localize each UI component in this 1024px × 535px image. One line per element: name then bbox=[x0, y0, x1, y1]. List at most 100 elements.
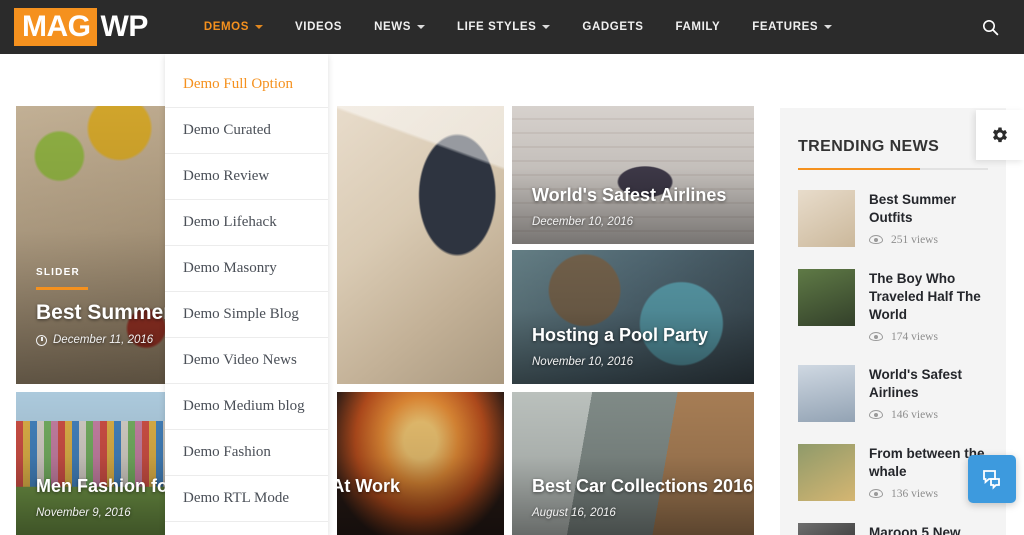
nav-item-videos[interactable]: VIDEOS bbox=[279, 0, 358, 54]
card-date: August 16, 2016 bbox=[532, 507, 738, 519]
dropdown-item-demo-simple-blog[interactable]: Demo Simple Blog bbox=[165, 292, 328, 338]
views-count: 146 views bbox=[891, 408, 938, 421]
list-item-views: 174 views bbox=[869, 331, 988, 343]
demos-dropdown-menu: Demo Full Option Demo Curated Demo Revie… bbox=[165, 54, 328, 535]
nav-item-family[interactable]: FAMILY bbox=[660, 0, 737, 54]
search-button[interactable] bbox=[970, 0, 1010, 54]
card-meta: es At Work 2016 bbox=[337, 476, 488, 519]
featured-card-laptop[interactable] bbox=[337, 106, 504, 384]
featured-card-ladies-at-work[interactable]: es At Work 2016 bbox=[337, 392, 504, 535]
list-item-title: The Boy Who Traveled Half The World bbox=[869, 271, 981, 322]
card-date-text: December 11, 2016 bbox=[53, 334, 154, 346]
clock-icon bbox=[36, 334, 47, 346]
dropdown-item-demo-curated[interactable]: Demo Curated bbox=[165, 108, 328, 154]
card-meta: SLIDER Best Summer December 11, 2016 bbox=[36, 262, 172, 346]
card-meta: Best Car Collections 2016 August 16, 201… bbox=[532, 476, 754, 519]
card-date-text: August 16, 2016 bbox=[532, 507, 616, 519]
chevron-down-icon bbox=[542, 25, 551, 29]
views-count: 174 views bbox=[891, 330, 938, 343]
logo-mag-text: MAG bbox=[14, 8, 97, 46]
nav-item-label: NEWS bbox=[374, 21, 411, 33]
card-title: Best Car Collections 2016 bbox=[532, 476, 754, 497]
nav-item-news[interactable]: NEWS bbox=[358, 0, 441, 54]
list-item-thumbnail bbox=[798, 364, 855, 422]
gear-icon bbox=[993, 127, 1007, 143]
list-item-thumbnail bbox=[798, 190, 855, 247]
card-title: Best Summer bbox=[36, 300, 172, 324]
dropdown-item-demo-fashion[interactable]: Demo Fashion bbox=[165, 430, 328, 476]
nav-item-label: VIDEOS bbox=[295, 21, 343, 33]
eye-icon bbox=[869, 410, 883, 420]
card-date: November 10, 2016 bbox=[532, 356, 738, 368]
list-item-thumbnail bbox=[798, 269, 855, 326]
chevron-down-icon bbox=[255, 25, 263, 29]
page-title: TRENDING NEWS bbox=[798, 138, 940, 155]
views-count: 251 views bbox=[891, 233, 938, 246]
nav-item-life-styles[interactable]: LIFE STYLES bbox=[441, 0, 566, 54]
featured-card-slider[interactable]: SLIDER Best Summer December 11, 2016 bbox=[16, 106, 183, 384]
dropdown-item-demo-amp[interactable]: Demo AMP bbox=[165, 522, 328, 535]
views-count: 136 views bbox=[891, 487, 938, 500]
card-meta: Men Fashion for N November 9, 2016 bbox=[36, 476, 183, 519]
badge-underline bbox=[36, 286, 88, 290]
featured-card-men-fashion[interactable]: Men Fashion for N November 9, 2016 bbox=[16, 392, 183, 535]
card-meta: World's Safest Airlines December 10, 201… bbox=[532, 185, 738, 228]
list-item[interactable]: Maroon 5 New bbox=[798, 522, 988, 535]
nav-item-label: FEATURES bbox=[752, 21, 819, 33]
top-navbar: MAG WP DEMOS VIDEOS NEWS LIFE STYLES GADG… bbox=[0, 0, 1024, 54]
featured-card-hosting-a-pool-party[interactable]: Hosting a Pool Party November 10, 2016 bbox=[512, 250, 754, 384]
nav-item-label: LIFE STYLES bbox=[456, 21, 537, 33]
chevron-down-icon bbox=[824, 25, 833, 29]
card-date-text: November 10, 2016 bbox=[532, 356, 634, 368]
card-title: es At Work bbox=[337, 476, 401, 497]
dropdown-item-demo-medium-blog[interactable]: Demo Medium blog bbox=[165, 384, 328, 430]
chat-icon bbox=[983, 470, 1000, 490]
dropdown-item-demo-lifehack[interactable]: Demo Lifehack bbox=[165, 200, 328, 246]
card-date-text: December 10, 2016 bbox=[532, 216, 634, 228]
card-meta: Hosting a Pool Party November 10, 2016 bbox=[532, 325, 738, 368]
eye-icon bbox=[869, 332, 883, 342]
main-content: SLIDER Best Summer December 11, 2016 Men… bbox=[0, 54, 1024, 535]
dropdown-item-demo-video-news[interactable]: Demo Video News bbox=[165, 338, 328, 384]
list-item-thumbnail bbox=[798, 443, 855, 501]
nav-item-label: DEMOS bbox=[203, 21, 249, 33]
nav-item-gadgets[interactable]: GADGETS bbox=[566, 0, 659, 54]
dropdown-item-demo-full-option[interactable]: Demo Full Option bbox=[165, 62, 328, 108]
dropdown-item-demo-masonry[interactable]: Demo Masonry bbox=[165, 246, 328, 292]
list-item-thumbnail bbox=[798, 522, 855, 535]
dropdown-item-demo-review[interactable]: Demo Review bbox=[165, 154, 328, 200]
list-item[interactable]: World's Safest Airlines 146 views bbox=[798, 364, 988, 422]
list-item-views: 251 views bbox=[869, 234, 988, 246]
page-root: MAG WP DEMOS VIDEOS NEWS LIFE STYLES GADG… bbox=[0, 0, 1024, 535]
list-item[interactable]: Best Summer Outfits 251 views bbox=[798, 190, 988, 247]
nav-item-label: FAMILY bbox=[675, 21, 721, 33]
featured-card-worlds-safest-airlines[interactable]: World's Safest Airlines December 10, 201… bbox=[512, 106, 754, 244]
card-date: 2016 bbox=[337, 507, 488, 519]
list-item-views: 146 views bbox=[869, 409, 988, 421]
card-date: December 10, 2016 bbox=[532, 216, 738, 228]
logo-wp-text: WP bbox=[100, 10, 149, 43]
featured-card-best-car-collections[interactable]: Best Car Collections 2016 August 16, 201… bbox=[512, 392, 754, 535]
eye-icon bbox=[869, 489, 883, 499]
section-divider bbox=[798, 168, 988, 170]
card-date-text: November 9, 2016 bbox=[36, 507, 131, 519]
status-badge: SLIDER bbox=[36, 266, 80, 278]
chat-button[interactable] bbox=[968, 455, 1016, 503]
card-title: Men Fashion for N bbox=[36, 476, 183, 497]
site-logo[interactable]: MAG WP bbox=[14, 8, 148, 46]
card-title: Hosting a Pool Party bbox=[532, 325, 709, 346]
eye-icon bbox=[869, 235, 883, 245]
list-item[interactable]: The Boy Who Traveled Half The World 174 … bbox=[798, 269, 988, 343]
card-date: December 11, 2016 bbox=[36, 334, 167, 346]
settings-button[interactable] bbox=[976, 110, 1024, 160]
card-date: November 9, 2016 bbox=[36, 507, 167, 519]
list-item-title: Best Summer Outfits bbox=[869, 192, 957, 225]
dropdown-item-demo-rtl-mode[interactable]: Demo RTL Mode bbox=[165, 476, 328, 522]
list-item-title: Maroon 5 New bbox=[869, 524, 961, 535]
list-item[interactable]: From between the whale 136 views bbox=[798, 443, 988, 501]
nav-item-features[interactable]: FEATURES bbox=[736, 0, 848, 54]
nav-item-demos[interactable]: DEMOS bbox=[188, 0, 279, 54]
chevron-down-icon bbox=[416, 25, 425, 29]
card-title: World's Safest Airlines bbox=[532, 185, 727, 206]
nav-item-label: GADGETS bbox=[582, 21, 644, 33]
